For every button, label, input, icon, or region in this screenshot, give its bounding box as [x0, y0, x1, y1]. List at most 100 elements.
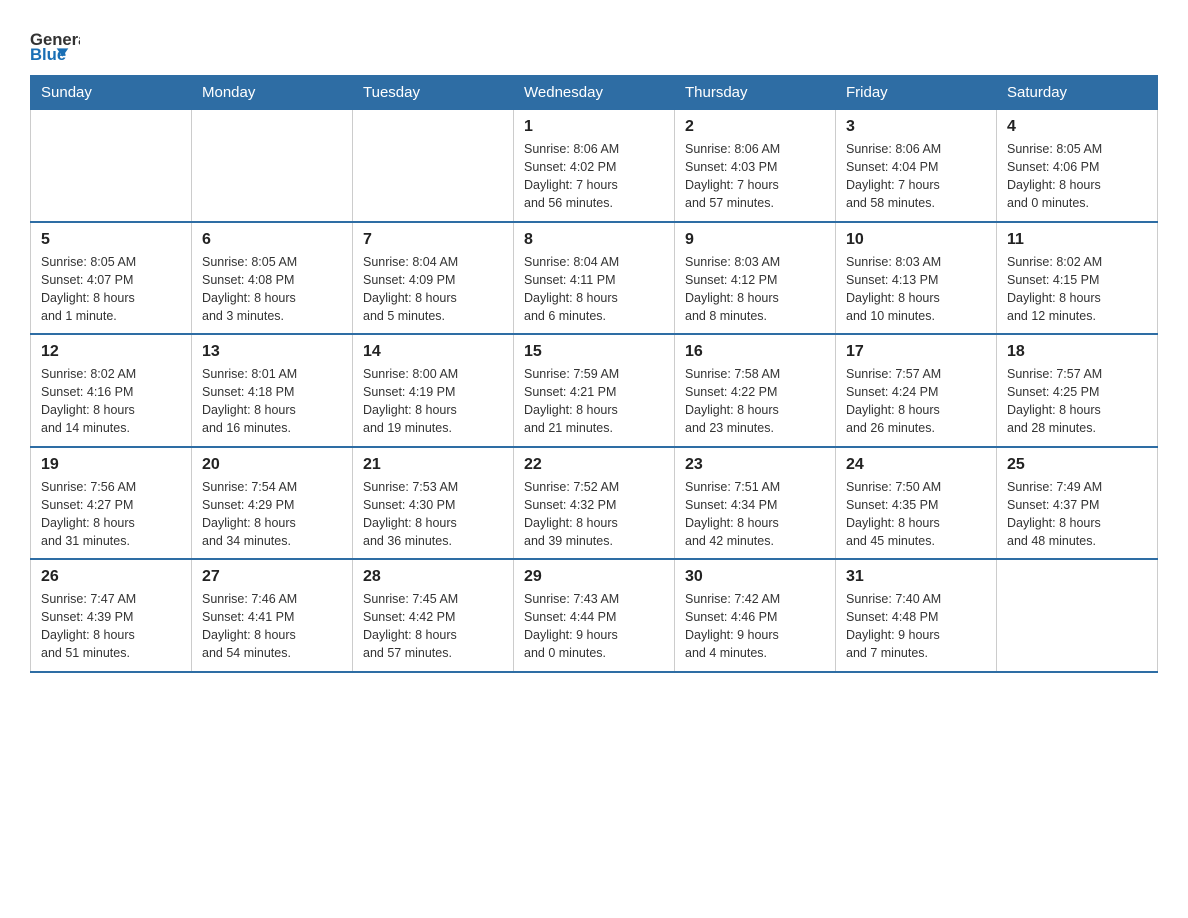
day-number: 24 — [846, 456, 986, 474]
day-number: 17 — [846, 343, 986, 361]
day-info: Sunrise: 7:54 AM Sunset: 4:29 PM Dayligh… — [202, 478, 342, 551]
day-number: 31 — [846, 568, 986, 586]
day-number: 4 — [1007, 118, 1147, 136]
calendar-cell: 4Sunrise: 8:05 AM Sunset: 4:06 PM Daylig… — [997, 110, 1158, 222]
day-info: Sunrise: 7:52 AM Sunset: 4:32 PM Dayligh… — [524, 478, 664, 551]
calendar-cell: 11 Sunrise: 8:02 AM Sunset: 4:15 PM Dayli… — [997, 222, 1158, 335]
calendar-cell: 30 Sunrise: 7:42 AM Sunset: 4:46 PM Dayli… — [675, 559, 836, 672]
day-number: 8 — [524, 231, 664, 249]
calendar-cell: 22 Sunrise: 7:52 AM Sunset: 4:32 PM Dayli… — [514, 447, 675, 560]
day-info: Sunrise: 8:06 AM Sunset: 4:03 PM Dayligh… — [685, 140, 825, 213]
calendar-cell: 15 Sunrise: 7:59 AM Sunset: 4:21 PM Dayli… — [514, 334, 675, 447]
day-info: Sunrise: 8:04 AM Sunset: 4:11 PM Dayligh… — [524, 253, 664, 326]
weekday-header-row: SundayMondayTuesdayWednesdayThursdayFrid… — [31, 76, 1158, 110]
day-number: 18 — [1007, 343, 1147, 361]
day-info: Sunrise: 7:57 AM Sunset: 4:24 PM Dayligh… — [846, 365, 986, 438]
calendar-cell: 13 Sunrise: 8:01 AM Sunset: 4:18 PM Dayli… — [192, 334, 353, 447]
calendar-cell: 19Sunrise: 7:56 AM Sunset: 4:27 PM Dayli… — [31, 447, 192, 560]
calendar-cell: 28 Sunrise: 7:45 AM Sunset: 4:42 PM Dayli… — [353, 559, 514, 672]
day-info: Sunrise: 7:58 AM Sunset: 4:22 PM Dayligh… — [685, 365, 825, 438]
calendar-cell: 25 Sunrise: 7:49 AM Sunset: 4:37 PM Dayli… — [997, 447, 1158, 560]
day-info: Sunrise: 7:51 AM Sunset: 4:34 PM Dayligh… — [685, 478, 825, 551]
calendar-cell: 7 Sunrise: 8:04 AM Sunset: 4:09 PM Daylig… — [353, 222, 514, 335]
calendar-week-row: 26Sunrise: 7:47 AM Sunset: 4:39 PM Dayli… — [31, 559, 1158, 672]
day-info: Sunrise: 8:01 AM Sunset: 4:18 PM Dayligh… — [202, 365, 342, 438]
calendar-cell: 14Sunrise: 8:00 AM Sunset: 4:19 PM Dayli… — [353, 334, 514, 447]
day-number: 15 — [524, 343, 664, 361]
day-info: Sunrise: 7:53 AM Sunset: 4:30 PM Dayligh… — [363, 478, 503, 551]
calendar-cell: 18 Sunrise: 7:57 AM Sunset: 4:25 PM Dayli… — [997, 334, 1158, 447]
calendar-week-row: 12Sunrise: 8:02 AM Sunset: 4:16 PM Dayli… — [31, 334, 1158, 447]
day-info: Sunrise: 8:02 AM Sunset: 4:15 PM Dayligh… — [1007, 253, 1147, 326]
page-header: General Blue — [30, 20, 1158, 65]
calendar-cell: 31 Sunrise: 7:40 AM Sunset: 4:48 PM Dayli… — [836, 559, 997, 672]
day-info: Sunrise: 7:40 AM Sunset: 4:48 PM Dayligh… — [846, 590, 986, 663]
weekday-header-sunday: Sunday — [31, 76, 192, 110]
calendar-cell — [353, 110, 514, 222]
day-number: 23 — [685, 456, 825, 474]
calendar-cell: 16 Sunrise: 7:58 AM Sunset: 4:22 PM Dayli… — [675, 334, 836, 447]
weekday-header-saturday: Saturday — [997, 76, 1158, 110]
calendar-week-row: 19Sunrise: 7:56 AM Sunset: 4:27 PM Dayli… — [31, 447, 1158, 560]
day-number: 25 — [1007, 456, 1147, 474]
calendar-cell: 10 Sunrise: 8:03 AM Sunset: 4:13 PM Dayli… — [836, 222, 997, 335]
day-info: Sunrise: 7:45 AM Sunset: 4:42 PM Dayligh… — [363, 590, 503, 663]
calendar-cell — [997, 559, 1158, 672]
day-info: Sunrise: 8:06 AM Sunset: 4:02 PM Dayligh… — [524, 140, 664, 213]
day-number: 13 — [202, 343, 342, 361]
calendar-cell: 1 Sunrise: 8:06 AM Sunset: 4:02 PM Daylig… — [514, 110, 675, 222]
calendar-cell — [192, 110, 353, 222]
day-number: 6 — [202, 231, 342, 249]
day-info: Sunrise: 7:42 AM Sunset: 4:46 PM Dayligh… — [685, 590, 825, 663]
day-info: Sunrise: 7:46 AM Sunset: 4:41 PM Dayligh… — [202, 590, 342, 663]
calendar-cell: 21 Sunrise: 7:53 AM Sunset: 4:30 PM Dayli… — [353, 447, 514, 560]
calendar-cell: 12Sunrise: 8:02 AM Sunset: 4:16 PM Dayli… — [31, 334, 192, 447]
day-number: 29 — [524, 568, 664, 586]
day-number: 22 — [524, 456, 664, 474]
calendar-cell: 2 Sunrise: 8:06 AM Sunset: 4:03 PM Daylig… — [675, 110, 836, 222]
day-info: Sunrise: 7:57 AM Sunset: 4:25 PM Dayligh… — [1007, 365, 1147, 438]
logo: General Blue — [30, 20, 80, 65]
svg-text:Blue: Blue — [30, 45, 66, 64]
calendar-cell: 20 Sunrise: 7:54 AM Sunset: 4:29 PM Dayli… — [192, 447, 353, 560]
day-number: 1 — [524, 118, 664, 136]
calendar-table: SundayMondayTuesdayWednesdayThursdayFrid… — [30, 75, 1158, 673]
day-info: Sunrise: 8:00 AM Sunset: 4:19 PM Dayligh… — [363, 365, 503, 438]
day-number: 5 — [41, 231, 181, 249]
day-info: Sunrise: 8:03 AM Sunset: 4:13 PM Dayligh… — [846, 253, 986, 326]
day-info: Sunrise: 7:43 AM Sunset: 4:44 PM Dayligh… — [524, 590, 664, 663]
day-number: 3 — [846, 118, 986, 136]
day-number: 30 — [685, 568, 825, 586]
calendar-cell: 24 Sunrise: 7:50 AM Sunset: 4:35 PM Dayli… — [836, 447, 997, 560]
day-number: 7 — [363, 231, 503, 249]
day-info: Sunrise: 8:03 AM Sunset: 4:12 PM Dayligh… — [685, 253, 825, 326]
day-info: Sunrise: 7:49 AM Sunset: 4:37 PM Dayligh… — [1007, 478, 1147, 551]
weekday-header-tuesday: Tuesday — [353, 76, 514, 110]
day-number: 11 — [1007, 231, 1147, 249]
day-number: 2 — [685, 118, 825, 136]
day-info: Sunrise: 8:06 AM Sunset: 4:04 PM Dayligh… — [846, 140, 986, 213]
day-info: Sunrise: 7:50 AM Sunset: 4:35 PM Dayligh… — [846, 478, 986, 551]
day-number: 10 — [846, 231, 986, 249]
day-info: Sunrise: 8:04 AM Sunset: 4:09 PM Dayligh… — [363, 253, 503, 326]
day-number: 20 — [202, 456, 342, 474]
calendar-cell: 23 Sunrise: 7:51 AM Sunset: 4:34 PM Dayli… — [675, 447, 836, 560]
calendar-cell: 17 Sunrise: 7:57 AM Sunset: 4:24 PM Dayli… — [836, 334, 997, 447]
calendar-cell: 26Sunrise: 7:47 AM Sunset: 4:39 PM Dayli… — [31, 559, 192, 672]
weekday-header-monday: Monday — [192, 76, 353, 110]
day-info: Sunrise: 7:59 AM Sunset: 4:21 PM Dayligh… — [524, 365, 664, 438]
day-number: 28 — [363, 568, 503, 586]
day-info: Sunrise: 8:02 AM Sunset: 4:16 PM Dayligh… — [41, 365, 181, 438]
calendar-week-row: 1 Sunrise: 8:06 AM Sunset: 4:02 PM Daylig… — [31, 110, 1158, 222]
calendar-cell: 3 Sunrise: 8:06 AM Sunset: 4:04 PM Daylig… — [836, 110, 997, 222]
weekday-header-wednesday: Wednesday — [514, 76, 675, 110]
day-number: 26 — [41, 568, 181, 586]
weekday-header-friday: Friday — [836, 76, 997, 110]
day-number: 19 — [41, 456, 181, 474]
logo-icon: General Blue — [30, 20, 80, 65]
calendar-cell: 8 Sunrise: 8:04 AM Sunset: 4:11 PM Daylig… — [514, 222, 675, 335]
calendar-cell: 27Sunrise: 7:46 AM Sunset: 4:41 PM Dayli… — [192, 559, 353, 672]
day-number: 16 — [685, 343, 825, 361]
day-info: Sunrise: 8:05 AM Sunset: 4:08 PM Dayligh… — [202, 253, 342, 326]
day-number: 21 — [363, 456, 503, 474]
